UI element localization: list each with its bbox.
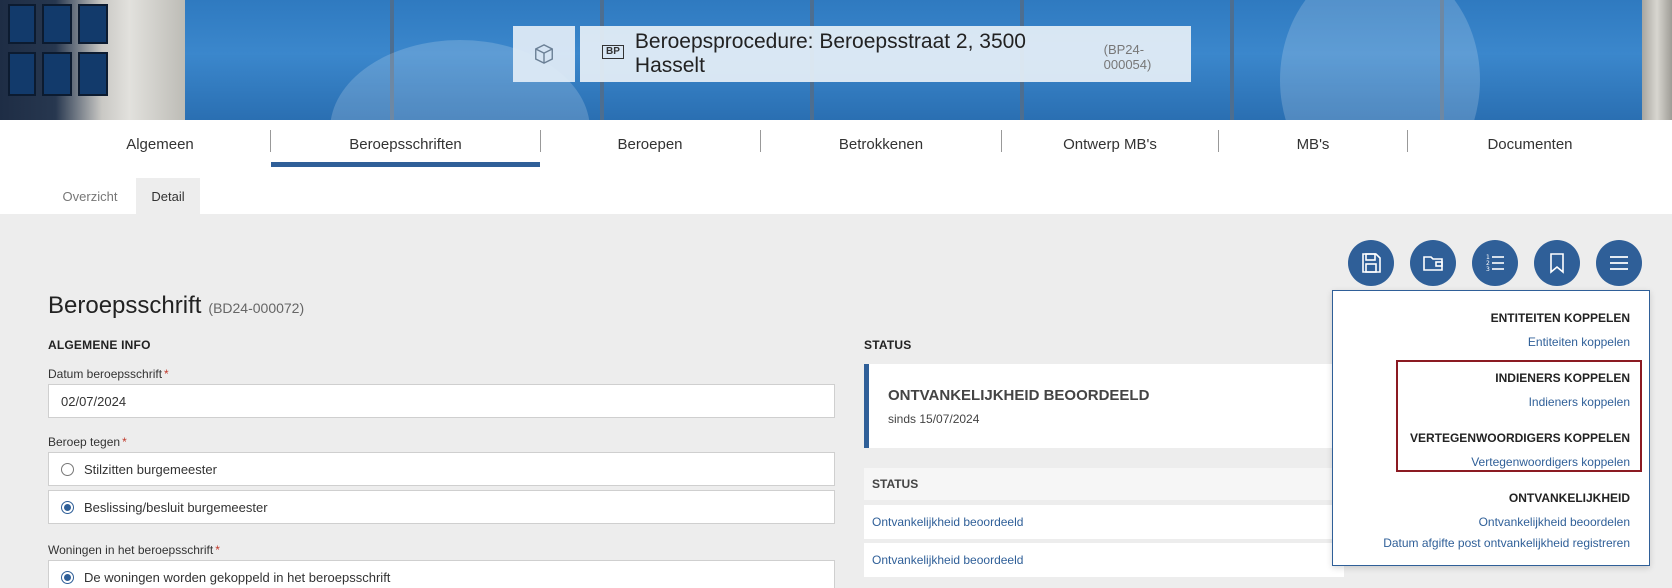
status-row-link[interactable]: Ontvankelijkheid beoordeeld	[872, 515, 1023, 529]
folder-button[interactable]	[1410, 240, 1456, 286]
record-heading: Beroepsschrift (BD24-000072)	[48, 292, 304, 320]
menu-heading-entiteiten: ENTITEITEN KOPPELEN	[1490, 311, 1630, 325]
bookmark-icon	[1550, 253, 1564, 274]
beroep-tegen-label: Beroep tegen *	[48, 435, 127, 449]
subtab-detail[interactable]: Detail	[136, 178, 200, 214]
menu-heading-vertegenwoordigers: VERTEGENWOORDIGERS KOPPELEN	[1409, 431, 1630, 445]
radio-option-beslissing[interactable]: Beslissing/besluit burgemeester	[48, 490, 835, 524]
menu-icon	[1610, 256, 1628, 270]
status-card-title: ONTVANKELIJKHEID BEOORDEELD	[888, 387, 1150, 404]
menu-button[interactable]	[1596, 240, 1642, 286]
tab-beroepsschriften[interactable]: Beroepsschriften	[271, 120, 540, 168]
radio-option-stilzitten[interactable]: Stilzitten burgemeester	[48, 452, 835, 486]
required-marker: *	[215, 543, 220, 557]
tab-ontwerp-mbs[interactable]: Ontwerp MB's	[1002, 120, 1218, 168]
header-banner: BP Beroepsprocedure: Beroepsstraat 2, 35…	[0, 0, 1672, 120]
tab-beroepen[interactable]: Beroepen	[541, 120, 759, 168]
status-card: ONTVANKELIJKHEID BEOORDEELD sinds 15/07/…	[864, 364, 1344, 448]
record-title: Beroepsschrift	[48, 292, 202, 319]
numbered-list-button[interactable]: 1 2 3	[1472, 240, 1518, 286]
status-table-row: Ontvankelijkheid beoordeeld	[864, 543, 1344, 577]
status-table-row: Ontvankelijkheid beoordeeld	[864, 505, 1344, 539]
radio-unchecked[interactable]	[61, 462, 74, 476]
menu-heading-indieners: INDIENERS KOPPELEN	[1495, 371, 1630, 385]
date-field[interactable]: 02/07/2024	[48, 384, 835, 418]
status-row-link[interactable]: Ontvankelijkheid beoordeeld	[872, 553, 1023, 567]
tab-betrokkenen[interactable]: Betrokkenen	[761, 120, 1001, 168]
svg-text:3: 3	[1486, 266, 1490, 273]
record-reference: (BD24-000072)	[208, 300, 305, 316]
actions-dropdown-menu: ENTITEITEN KOPPELEN Entiteiten koppelen …	[1332, 290, 1650, 566]
main-tabs: Algemeen Beroepsschriften Beroepen Betro…	[0, 120, 1672, 168]
procedure-badge: BP	[602, 45, 624, 59]
banner-building-left	[0, 0, 185, 120]
radio-checked[interactable]	[61, 500, 74, 514]
tab-mbs[interactable]: MB's	[1219, 120, 1407, 168]
save-button[interactable]	[1348, 240, 1394, 286]
procedure-title: BP Beroepsprocedure: Beroepsstraat 2, 35…	[580, 26, 1191, 82]
general-info-heading: ALGEMENE INFO	[48, 338, 151, 352]
menu-item-ontvankelijkheid-beoordelen[interactable]: Ontvankelijkheid beoordelen	[1479, 515, 1630, 529]
sub-tabs: Overzicht Detail	[0, 168, 1672, 214]
status-card-since: sinds 15/07/2024	[888, 412, 980, 426]
date-label: Datum beroepsschrift *	[48, 367, 169, 381]
numbered-list-icon: 1 2 3	[1486, 254, 1504, 273]
menu-item-datum-afgifte-registreren[interactable]: Datum afgifte post ontvankelijkheid regi…	[1383, 536, 1630, 550]
menu-item-vertegenwoordigers-koppelen[interactable]: Vertegenwoordigers koppelen	[1471, 455, 1630, 469]
folder-icon	[1423, 256, 1443, 271]
bookmark-button[interactable]	[1534, 240, 1580, 286]
subtab-overzicht[interactable]: Overzicht	[50, 178, 130, 214]
required-marker: *	[122, 435, 127, 449]
status-heading: STATUS	[864, 338, 912, 352]
status-table-header: STATUS	[864, 468, 1344, 500]
box-icon	[535, 44, 553, 64]
menu-item-entiteiten-koppelen[interactable]: Entiteiten koppelen	[1528, 335, 1630, 349]
required-marker: *	[164, 367, 169, 381]
banner-building-right	[1642, 0, 1672, 120]
page-title: Beroepsprocedure: Beroepsstraat 2, 3500 …	[634, 30, 1026, 77]
procedure-type-box	[513, 26, 575, 82]
woningen-label: Woningen in het beroepsschrift *	[48, 543, 220, 557]
menu-item-indieners-koppelen[interactable]: Indieners koppelen	[1529, 395, 1630, 409]
radio-option-woningen[interactable]: De woningen worden gekoppeld in het bero…	[48, 560, 835, 588]
procedure-reference: (BP24-000054)	[1103, 41, 1152, 72]
tab-algemeen[interactable]: Algemeen	[60, 120, 260, 168]
save-icon	[1362, 253, 1381, 273]
menu-heading-ontvankelijkheid: ONTVANKELIJKHEID	[1508, 491, 1630, 505]
tab-documenten[interactable]: Documenten	[1408, 120, 1652, 168]
radio-checked[interactable]	[61, 570, 74, 584]
